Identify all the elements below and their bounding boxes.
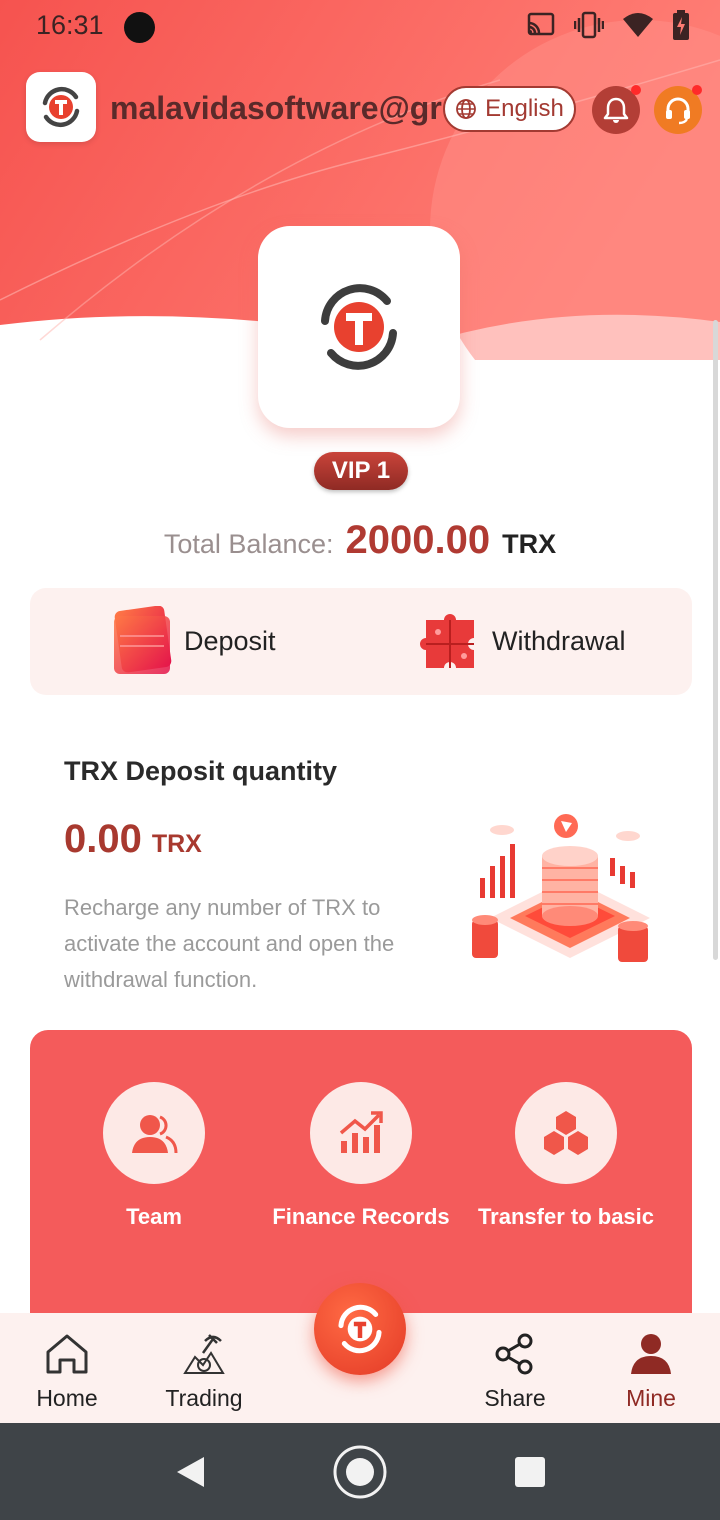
wallet-actions: Deposit Withdrawal [30,588,692,695]
deposit-description: Recharge any number of TRX to activate t… [64,895,395,992]
team-button[interactable]: Team [54,1082,254,1230]
logo-icon [338,1304,382,1354]
nav-home-label: Home [36,1385,98,1411]
wifi-icon [623,13,653,37]
center-logo-button[interactable] [314,1283,406,1375]
vip-badge: VIP 1 [314,452,408,490]
nav-share-label: Share [484,1385,546,1411]
globe-icon [456,99,477,119]
nav-trading-label: Trading [165,1385,243,1411]
balance-value: 2000.00 [345,518,491,562]
status-time: 16:31 [36,10,104,40]
deposit-quantity-unit: TRX [151,830,202,858]
scrollbar[interactable] [713,320,718,960]
status-bar: 16:31 [0,0,720,56]
home-system-button[interactable] [330,1423,390,1520]
puzzle-icon [420,614,474,668]
language-label: English [485,95,564,122]
team-icon [132,1115,178,1154]
home-icon [46,1334,88,1374]
balance-unit: TRX [502,529,557,559]
battery-charging-icon [673,10,689,40]
nav-mine[interactable]: Mine [586,1329,716,1412]
transfer-to-basic-label: Transfer to basic [477,1204,655,1229]
deposit-info-section: TRX Deposit quantity 0.00 TRX Recharge a… [64,756,444,998]
nav-home[interactable]: Home [2,1329,132,1412]
deposit-title: TRX Deposit quantity [64,756,338,786]
user-icon [631,1334,671,1374]
nav-mine-label: Mine [626,1385,676,1411]
logo-icon [321,284,397,370]
language-button[interactable]: English [443,86,576,132]
transfer-to-basic-button[interactable]: Transfer to basic [466,1082,666,1230]
deposit-quantity: 0.00 [64,817,142,861]
deposit-button[interactable]: Deposit [112,606,276,676]
camera-cutout [124,12,155,43]
withdrawal-label: Withdrawal [492,625,626,656]
chart-growth-icon [339,1111,383,1153]
bell-icon [603,97,629,123]
support-notification-dot [692,85,702,95]
nav-share[interactable]: Share [450,1329,580,1412]
app-logo [26,72,96,142]
mining-icon [183,1334,225,1374]
vibrate-icon [574,11,604,39]
cast-icon [527,12,555,36]
share-icon [495,1333,533,1375]
crypto-platform-illustration [472,814,650,962]
logo-icon [42,86,80,128]
balance-label: Total Balance: [163,529,334,559]
cubes-icon [544,1111,588,1155]
back-button[interactable] [170,1423,210,1520]
recents-button[interactable] [512,1423,548,1520]
recents-square-icon [515,1456,545,1487]
back-triangle-icon [177,1456,204,1487]
account-email: malavidasoftware@gr [110,90,442,126]
total-balance: Total Balance: 2000.00 TRX [0,518,720,563]
deposit-label: Deposit [184,625,276,656]
finance-records-button[interactable]: Finance Records [261,1082,461,1230]
withdrawal-button[interactable]: Withdrawal [420,606,626,676]
finance-records-label: Finance Records [272,1204,450,1229]
notification-dot [631,85,641,95]
system-navigation-bar [0,1423,720,1520]
home-circle-icon [333,1445,387,1498]
profile-avatar [258,226,460,428]
team-label: Team [126,1204,182,1229]
nav-trading[interactable]: Trading [139,1329,269,1412]
wallet-card-icon [114,606,172,674]
headset-icon [666,97,690,125]
